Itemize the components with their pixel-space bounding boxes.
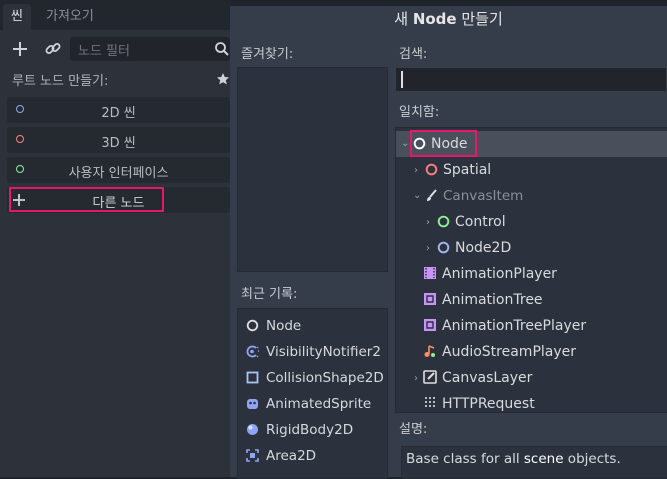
- title-suffix: 만들기: [456, 10, 503, 28]
- tree-item-spatial[interactable]: Spatial: [425, 157, 491, 183]
- recent-item-label: Node: [266, 318, 302, 334]
- chevron-right-icon[interactable]: ›: [426, 217, 430, 228]
- filter-placeholder: 노드 필터: [78, 44, 130, 59]
- 2d-scene-button[interactable]: 2D 씬: [7, 97, 230, 123]
- rigid-body-icon: [247, 424, 258, 435]
- node-icon: [246, 319, 259, 332]
- tree-item-canvas-item[interactable]: CanvasItem: [425, 183, 523, 209]
- description-text: Base class for all scene objects.: [406, 451, 621, 467]
- tree-item-label: Control: [455, 214, 506, 230]
- tree-item-label: AnimationTreePlayer: [442, 318, 587, 334]
- instance-scene-button[interactable]: [42, 38, 64, 60]
- chevron-right-icon[interactable]: ›: [426, 243, 430, 254]
- animation-tree-icon: [424, 293, 436, 305]
- recent-item-animated-sprite[interactable]: AnimatedSprite: [246, 391, 371, 417]
- description-suffix: objects.: [563, 451, 621, 467]
- 2d-scene-label: 2D 씬: [101, 106, 136, 121]
- matches-label: 일치함:: [399, 105, 440, 120]
- highlight-outline: [9, 187, 164, 212]
- link-icon: [45, 43, 61, 54]
- title-prefix: 새: [394, 10, 413, 28]
- favorites-label: 즐겨찾기:: [241, 47, 294, 62]
- tree-item-label: HTTPRequest: [442, 396, 535, 411]
- node2d-icon: [437, 241, 450, 254]
- add-node-button[interactable]: [9, 38, 31, 60]
- recent-item-rigid-body[interactable]: RigidBody2D: [246, 417, 353, 443]
- recent-label: 최근 기록:: [241, 287, 298, 302]
- http-request-icon: [425, 397, 435, 409]
- control-icon: [437, 215, 450, 228]
- favorites-list[interactable]: [237, 67, 388, 272]
- recent-item-label: VisibilityNotifier2: [266, 344, 381, 360]
- user-interface-button[interactable]: 사용자 인터페이스: [7, 157, 230, 183]
- area2d-icon: [246, 449, 259, 462]
- tree-item-http-request[interactable]: HTTPRequest: [423, 391, 535, 411]
- text-caret: [401, 71, 403, 88]
- root-node-title: 루트 노드 만들기:: [12, 74, 109, 89]
- recent-item-collision-shape[interactable]: CollisionShape2D: [246, 365, 384, 391]
- recent-item-area2d[interactable]: Area2D: [246, 443, 316, 469]
- chevron-right-icon[interactable]: ›: [414, 373, 418, 384]
- 3d-scene-button[interactable]: 3D 씬: [7, 127, 230, 153]
- chevron-down-icon[interactable]: ⌄: [413, 190, 421, 201]
- tree-item-label: AnimationPlayer: [442, 266, 557, 282]
- node-filter-input[interactable]: 노드 필터: [70, 37, 230, 61]
- tree-item-label: CanvasItem: [443, 188, 524, 204]
- star-icon[interactable]: [216, 72, 230, 86]
- animation-player-icon: [424, 267, 436, 279]
- user-interface-label: 사용자 인터페이스: [68, 166, 169, 181]
- canvas-item-icon: [427, 189, 437, 201]
- animation-tree-player-icon: [424, 319, 436, 331]
- recent-item-label: CollisionShape2D: [266, 370, 384, 386]
- recent-item-label: Area2D: [266, 448, 317, 464]
- animated-sprite-icon: [247, 399, 258, 409]
- tree-item-node2d[interactable]: Node2D: [437, 235, 511, 261]
- recent-list[interactable]: Node VisibilityNotifier2 CollisionShape2…: [237, 308, 388, 479]
- recent-item-visibility-notifier[interactable]: VisibilityNotifier2: [246, 339, 381, 365]
- tree-item-animation-tree[interactable]: AnimationTree: [423, 287, 543, 313]
- description-prefix: Base class for all: [406, 451, 524, 467]
- visibility-notifier-icon: [246, 345, 259, 358]
- dialog-title: 새 Node 만들기: [230, 8, 667, 29]
- spatial-icon: [425, 163, 438, 176]
- description-highlight: scene: [523, 451, 564, 467]
- plus-icon: [13, 42, 27, 56]
- search-label: 검색:: [399, 47, 428, 62]
- chevron-right-icon[interactable]: ›: [414, 165, 418, 176]
- search-icon: [215, 42, 229, 56]
- description-label: 설명:: [399, 422, 428, 437]
- tree-item-canvas-layer[interactable]: CanvasLayer: [423, 365, 532, 391]
- recent-item-label: RigidBody2D: [266, 422, 354, 438]
- search-input[interactable]: [395, 67, 667, 92]
- collision-shape-icon: [246, 371, 259, 384]
- highlight-outline: [410, 130, 477, 157]
- tree-item-control[interactable]: Control: [437, 209, 506, 235]
- recent-item-node[interactable]: Node: [246, 313, 301, 339]
- tree-item-animation-player[interactable]: AnimationPlayer: [423, 261, 557, 287]
- tree-item-audio-stream-player[interactable]: AudioStreamPlayer: [423, 339, 576, 365]
- tree-item-animation-tree-player[interactable]: AnimationTreePlayer: [423, 313, 586, 339]
- tab-import[interactable]: 가져오기: [38, 4, 102, 30]
- tab-scene[interactable]: 씬: [3, 4, 31, 30]
- tree-item-label: CanvasLayer: [442, 370, 533, 386]
- tree-item-label: Node2D: [455, 240, 512, 256]
- tree-item-label: Spatial: [443, 162, 492, 178]
- tree-item-label: AnimationTree: [442, 292, 543, 308]
- title-bold: Node: [412, 10, 457, 28]
- canvas-layer-icon: [423, 370, 437, 384]
- audio-stream-player-icon: [424, 345, 435, 357]
- chevron-down-icon[interactable]: ⌄: [401, 138, 409, 149]
- 3d-scene-label: 3D 씬: [101, 136, 136, 151]
- recent-item-label: AnimatedSprite: [266, 396, 372, 412]
- tree-item-label: AudioStreamPlayer: [442, 344, 577, 360]
